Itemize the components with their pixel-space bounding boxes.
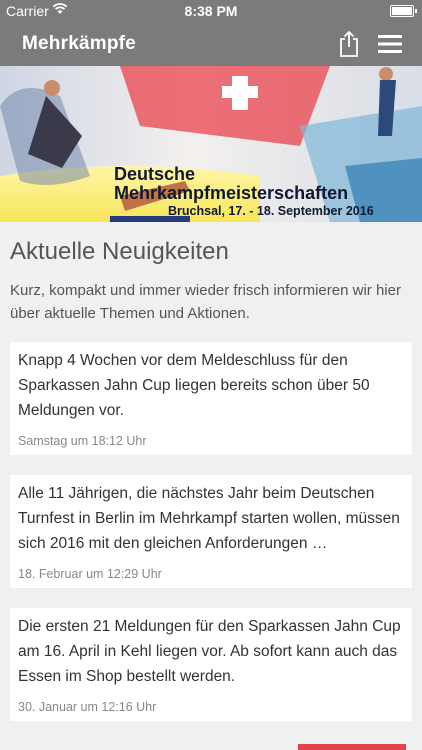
news-date: 18. Februar um 12:29 Uhr	[18, 567, 162, 581]
banner-title-line1: Deutsche	[114, 164, 195, 184]
news-text: Die ersten 21 Meldungen für den Sparkass…	[18, 618, 401, 685]
news-text: Knapp 4 Wochen vor dem Meldeschluss für …	[18, 352, 370, 419]
news-date: Samstag um 18:12 Uhr	[18, 434, 147, 448]
banner-graphic: Deutsche Mehrkampfmeisterschaften Bruchs…	[0, 66, 422, 222]
section-heading: Aktuelle Neuigkeiten	[10, 238, 229, 265]
banner-date: Bruchsal, 17. - 18. September 2016	[168, 204, 374, 218]
next-card-accent	[298, 744, 406, 750]
section-intro: Kurz, kompakt und immer wieder frisch in…	[10, 282, 401, 322]
battery-icon	[390, 5, 417, 17]
news-date: 30. Januar um 12:16 Uhr	[18, 700, 157, 714]
news-card[interactable]: Alle 11 Jährigen, die nächstes Jahr beim…	[10, 475, 412, 588]
nav-bar: Mehrkämpfe	[0, 22, 422, 66]
news-text: Alle 11 Jährigen, die nächstes Jahr beim…	[18, 485, 400, 552]
banner-title-line2: Mehrkampfmeisterschaften	[114, 183, 348, 203]
share-icon[interactable]	[336, 30, 362, 58]
hamburger-menu-icon[interactable]	[376, 32, 404, 56]
status-bar: Carrier 8:38 PM	[0, 0, 422, 22]
clock: 8:38 PM	[184, 3, 238, 19]
news-card[interactable]: Knapp 4 Wochen vor dem Meldeschluss für …	[10, 342, 412, 455]
news-card[interactable]: Die ersten 21 Meldungen für den Sparkass…	[10, 608, 412, 721]
page-title: Mehrkämpfe	[22, 33, 136, 54]
event-banner[interactable]: Deutsche Mehrkampfmeisterschaften Bruchs…	[0, 66, 422, 222]
